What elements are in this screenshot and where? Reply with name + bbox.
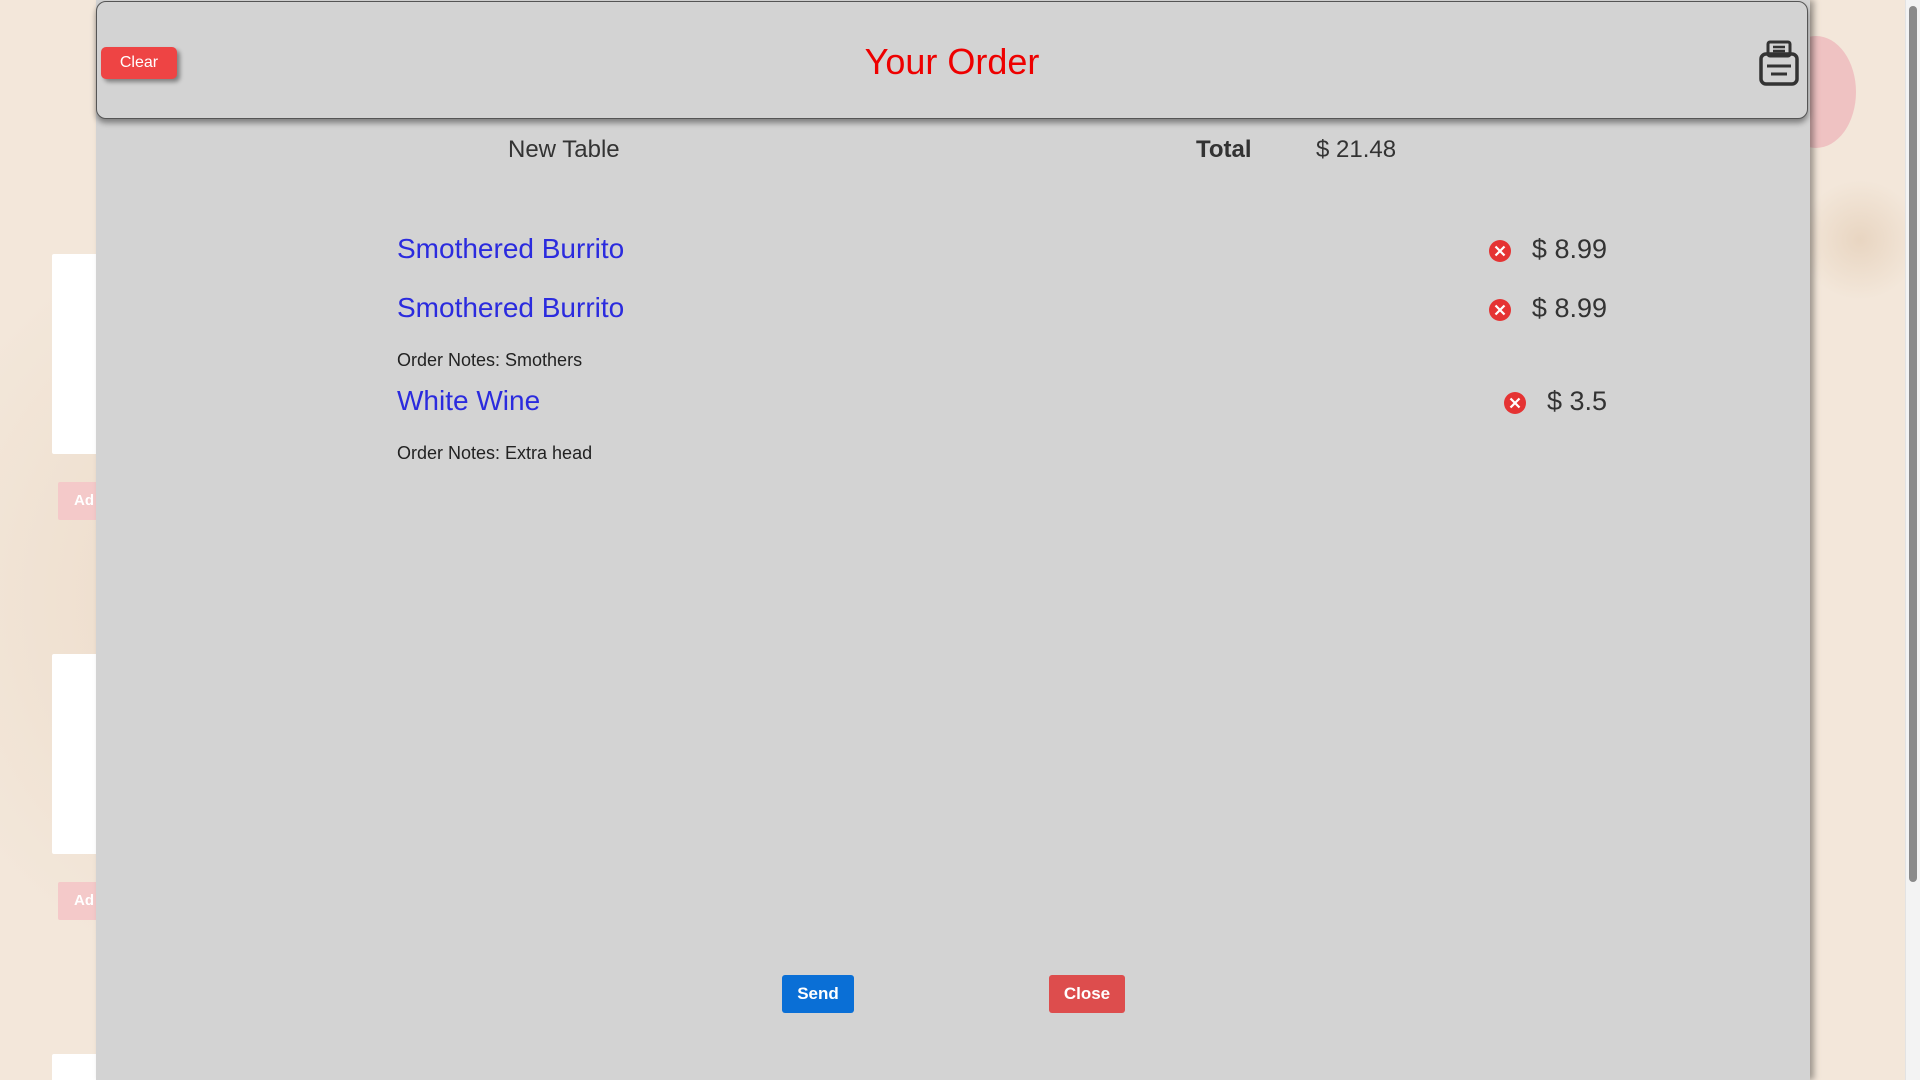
item-name-link[interactable]: White Wine bbox=[397, 384, 540, 418]
close-button[interactable]: Close bbox=[1049, 975, 1125, 1013]
item-order-notes: Order Notes: Extra head bbox=[397, 443, 593, 463]
order-modal: Clear Your Order New Table Total $ 21.48… bbox=[96, 0, 1810, 1080]
total-value: $ 21.48 bbox=[1316, 136, 1397, 163]
item-order-notes: Order Notes: Smothers bbox=[397, 350, 583, 370]
item-name-link[interactable]: Smothered Burrito bbox=[397, 291, 624, 325]
item-price: $ 3.5 bbox=[1546, 386, 1607, 416]
item-price: $ 8.99 bbox=[1531, 293, 1607, 323]
remove-item-icon[interactable] bbox=[1503, 391, 1527, 415]
page-scrollbar[interactable] bbox=[1905, 0, 1920, 1080]
total-label: Total bbox=[1196, 136, 1252, 163]
item-price: $ 8.99 bbox=[1531, 234, 1607, 264]
send-button[interactable]: Send bbox=[782, 975, 854, 1013]
page-title: Your Order bbox=[864, 41, 1040, 82]
scrollbar-thumb[interactable] bbox=[1909, 6, 1917, 882]
modal-header: Clear Your Order bbox=[96, 1, 1808, 119]
remove-item-icon[interactable] bbox=[1488, 298, 1512, 322]
remove-item-icon[interactable] bbox=[1488, 239, 1512, 263]
printer-icon[interactable] bbox=[1759, 40, 1799, 86]
table-name: New Table bbox=[508, 136, 620, 163]
item-name-link[interactable]: Smothered Burrito bbox=[397, 232, 624, 266]
